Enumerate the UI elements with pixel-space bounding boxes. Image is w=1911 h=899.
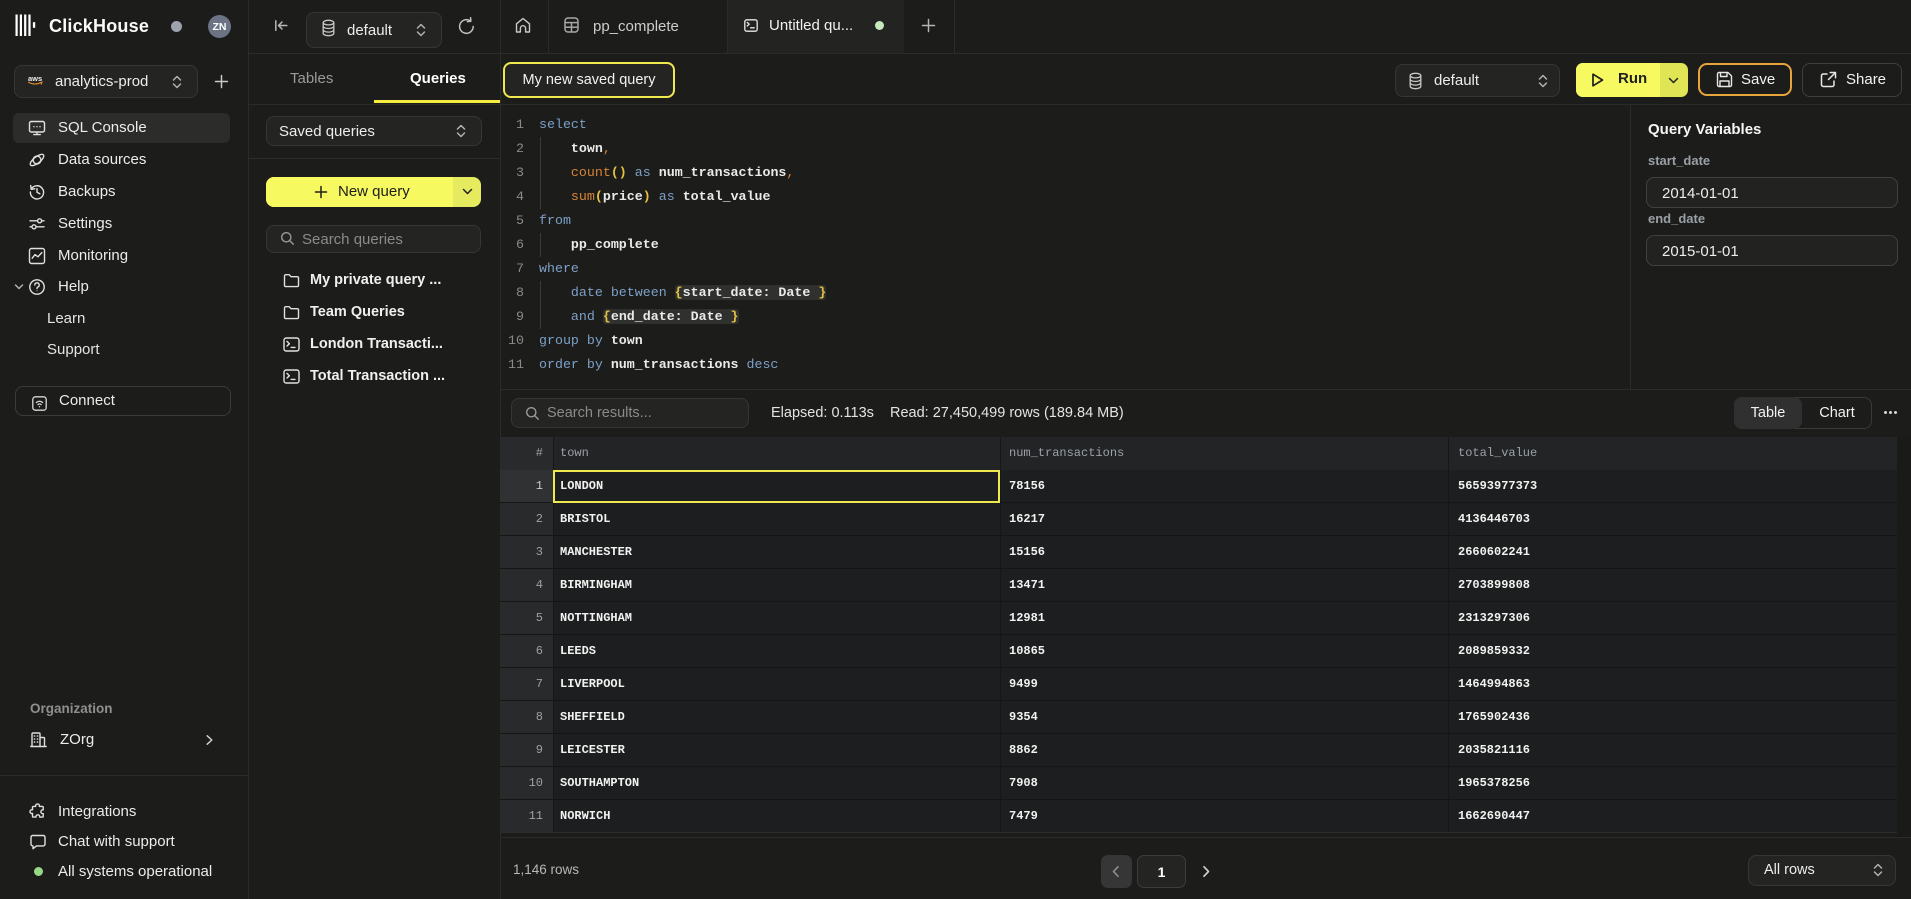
svg-text:aws: aws <box>28 74 42 83</box>
